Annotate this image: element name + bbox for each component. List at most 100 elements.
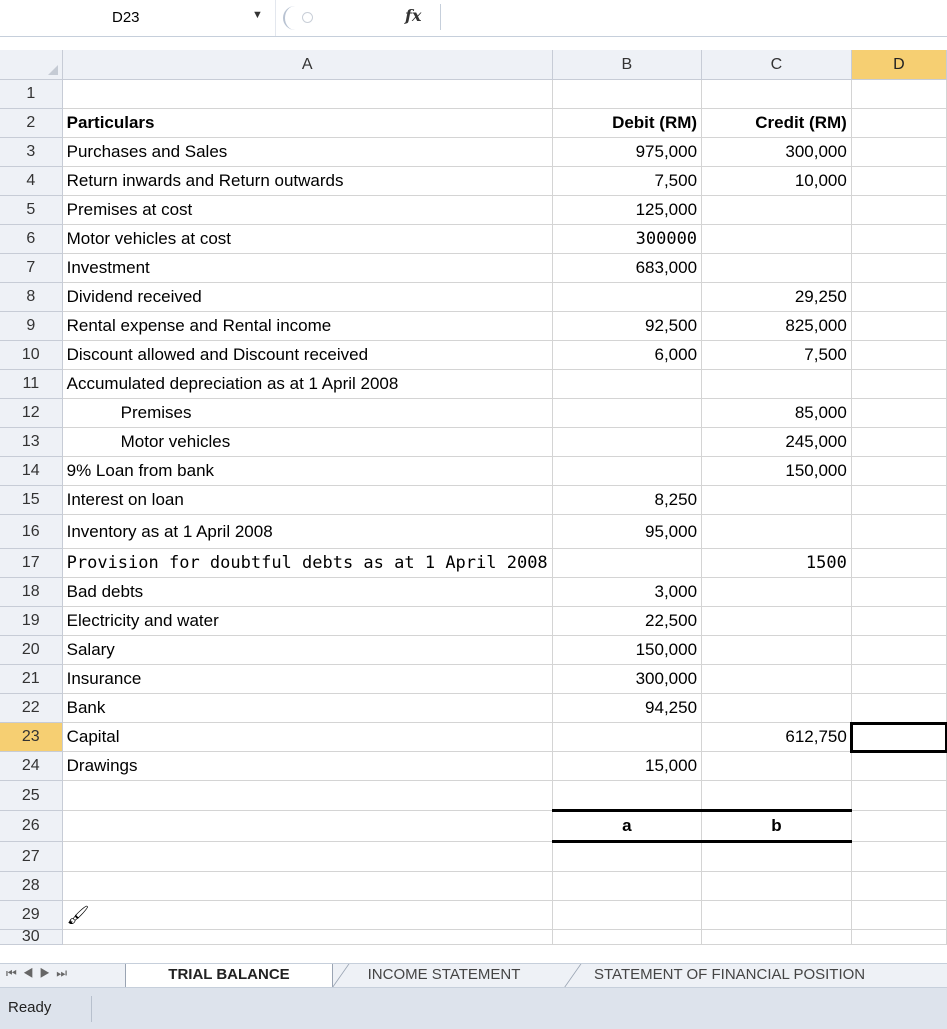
- chevron-down-icon[interactable]: ▼: [252, 9, 263, 21]
- cell-particular[interactable]: Bad debts: [62, 577, 553, 607]
- row-header[interactable]: 29: [0, 900, 63, 930]
- cell[interactable]: 🖌: [62, 900, 553, 930]
- cell-debit[interactable]: 975,000: [552, 137, 703, 167]
- cell[interactable]: [62, 929, 553, 945]
- paintbrush-icon[interactable]: 🖌: [67, 905, 90, 925]
- cell[interactable]: [851, 369, 947, 399]
- row-header[interactable]: 28: [0, 871, 63, 901]
- cell-debit[interactable]: 8,250: [552, 485, 703, 515]
- cell-debit[interactable]: 6,000: [552, 340, 703, 370]
- row-header[interactable]: 21: [0, 664, 63, 694]
- cell[interactable]: [851, 900, 947, 930]
- row-header[interactable]: 11: [0, 369, 63, 399]
- cell-credit[interactable]: 1500: [701, 548, 852, 578]
- row-header[interactable]: 27: [0, 841, 63, 872]
- cell-debit[interactable]: 92,500: [552, 311, 703, 341]
- cell-credit[interactable]: [701, 635, 852, 665]
- row-header[interactable]: 10: [0, 340, 63, 370]
- cell-credit[interactable]: 29,250: [701, 282, 852, 312]
- cell[interactable]: [851, 137, 947, 167]
- column-header-d[interactable]: D: [851, 50, 947, 80]
- cell[interactable]: [62, 841, 553, 872]
- cell-debit[interactable]: 15,000: [552, 751, 703, 781]
- cell-credit[interactable]: 150,000: [701, 456, 852, 486]
- tab-income-statement[interactable]: INCOME STATEMENT: [335, 964, 553, 987]
- cell[interactable]: [851, 548, 947, 578]
- cell-particular[interactable]: Interest on loan: [62, 485, 553, 515]
- cell[interactable]: [552, 929, 703, 945]
- cell[interactable]: [851, 635, 947, 665]
- formula-input[interactable]: [440, 4, 946, 30]
- cell[interactable]: [851, 577, 947, 607]
- cell-particular[interactable]: Dividend received: [62, 282, 553, 312]
- name-box-value[interactable]: D23: [112, 9, 140, 26]
- cell-credit[interactable]: 825,000: [701, 311, 852, 341]
- cell[interactable]: [851, 693, 947, 723]
- name-box[interactable]: D23 ▼: [0, 0, 276, 36]
- cell-total-debit[interactable]: a: [552, 809, 703, 843]
- cell-debit[interactable]: 7,500: [552, 166, 703, 196]
- cell-credit[interactable]: [701, 577, 852, 607]
- cell-particular[interactable]: Insurance: [62, 664, 553, 694]
- cell-particular[interactable]: Premises: [62, 398, 553, 428]
- cell-particular[interactable]: Motor vehicles at cost: [62, 224, 553, 254]
- row-header[interactable]: 19: [0, 606, 63, 636]
- cell[interactable]: [851, 456, 947, 486]
- cell-debit[interactable]: [552, 427, 703, 457]
- cell[interactable]: [62, 810, 553, 842]
- active-cell[interactable]: [850, 721, 947, 753]
- cell-debit[interactable]: 683,000: [552, 253, 703, 283]
- cell-credit[interactable]: [701, 514, 852, 549]
- cancel-icon[interactable]: [302, 12, 313, 23]
- cell[interactable]: [851, 871, 947, 901]
- row-header[interactable]: 17: [0, 548, 63, 578]
- cell-particular[interactable]: 9% Loan from bank: [62, 456, 553, 486]
- cell-particular[interactable]: Rental expense and Rental income: [62, 311, 553, 341]
- cell[interactable]: [851, 282, 947, 312]
- row-header[interactable]: 2: [0, 108, 63, 138]
- cell-debit[interactable]: 95,000: [552, 514, 703, 549]
- cell-particular[interactable]: Inventory as at 1 April 2008: [62, 514, 553, 549]
- cell[interactable]: [851, 398, 947, 428]
- cell-credit[interactable]: [701, 664, 852, 694]
- cell-particular[interactable]: Bank: [62, 693, 553, 723]
- row-header[interactable]: 22: [0, 693, 63, 723]
- cell-debit[interactable]: 150,000: [552, 635, 703, 665]
- cell-credit[interactable]: 245,000: [701, 427, 852, 457]
- tab-statement-of-financial-position[interactable]: STATEMENT OF FINANCIAL POSITION: [580, 964, 947, 987]
- select-all-corner[interactable]: [0, 50, 63, 80]
- cell[interactable]: [552, 79, 703, 109]
- cell-credit[interactable]: [701, 253, 852, 283]
- cell-header-debit[interactable]: Debit (RM): [552, 108, 703, 138]
- row-header[interactable]: 3: [0, 137, 63, 167]
- cell-particular[interactable]: Capital: [62, 722, 553, 752]
- cell[interactable]: [851, 810, 947, 842]
- row-header[interactable]: 15: [0, 485, 63, 515]
- row-header[interactable]: 4: [0, 166, 63, 196]
- cell-particular[interactable]: Motor vehicles: [62, 427, 553, 457]
- cell-particular[interactable]: Investment: [62, 253, 553, 283]
- cell[interactable]: [851, 224, 947, 254]
- row-header[interactable]: 25: [0, 780, 63, 811]
- cell[interactable]: [851, 253, 947, 283]
- cell[interactable]: [701, 929, 852, 945]
- cell[interactable]: [851, 79, 947, 109]
- row-header[interactable]: 16: [0, 514, 63, 549]
- cell[interactable]: [851, 514, 947, 549]
- row-header[interactable]: 30: [0, 929, 63, 945]
- cell-credit[interactable]: 7,500: [701, 340, 852, 370]
- cell[interactable]: [701, 841, 852, 872]
- cell[interactable]: [851, 780, 947, 811]
- cell[interactable]: [552, 871, 703, 901]
- cell-debit[interactable]: 3,000: [552, 577, 703, 607]
- cell-credit[interactable]: 85,000: [701, 398, 852, 428]
- cell-credit[interactable]: [701, 195, 852, 225]
- cell-debit[interactable]: 94,250: [552, 693, 703, 723]
- cell[interactable]: [851, 427, 947, 457]
- cell-credit[interactable]: [701, 751, 852, 781]
- cell[interactable]: [851, 340, 947, 370]
- cell[interactable]: [851, 108, 947, 138]
- cell-particular[interactable]: Return inwards and Return outwards: [62, 166, 553, 196]
- row-header[interactable]: 14: [0, 456, 63, 486]
- column-header-a[interactable]: A: [62, 50, 553, 80]
